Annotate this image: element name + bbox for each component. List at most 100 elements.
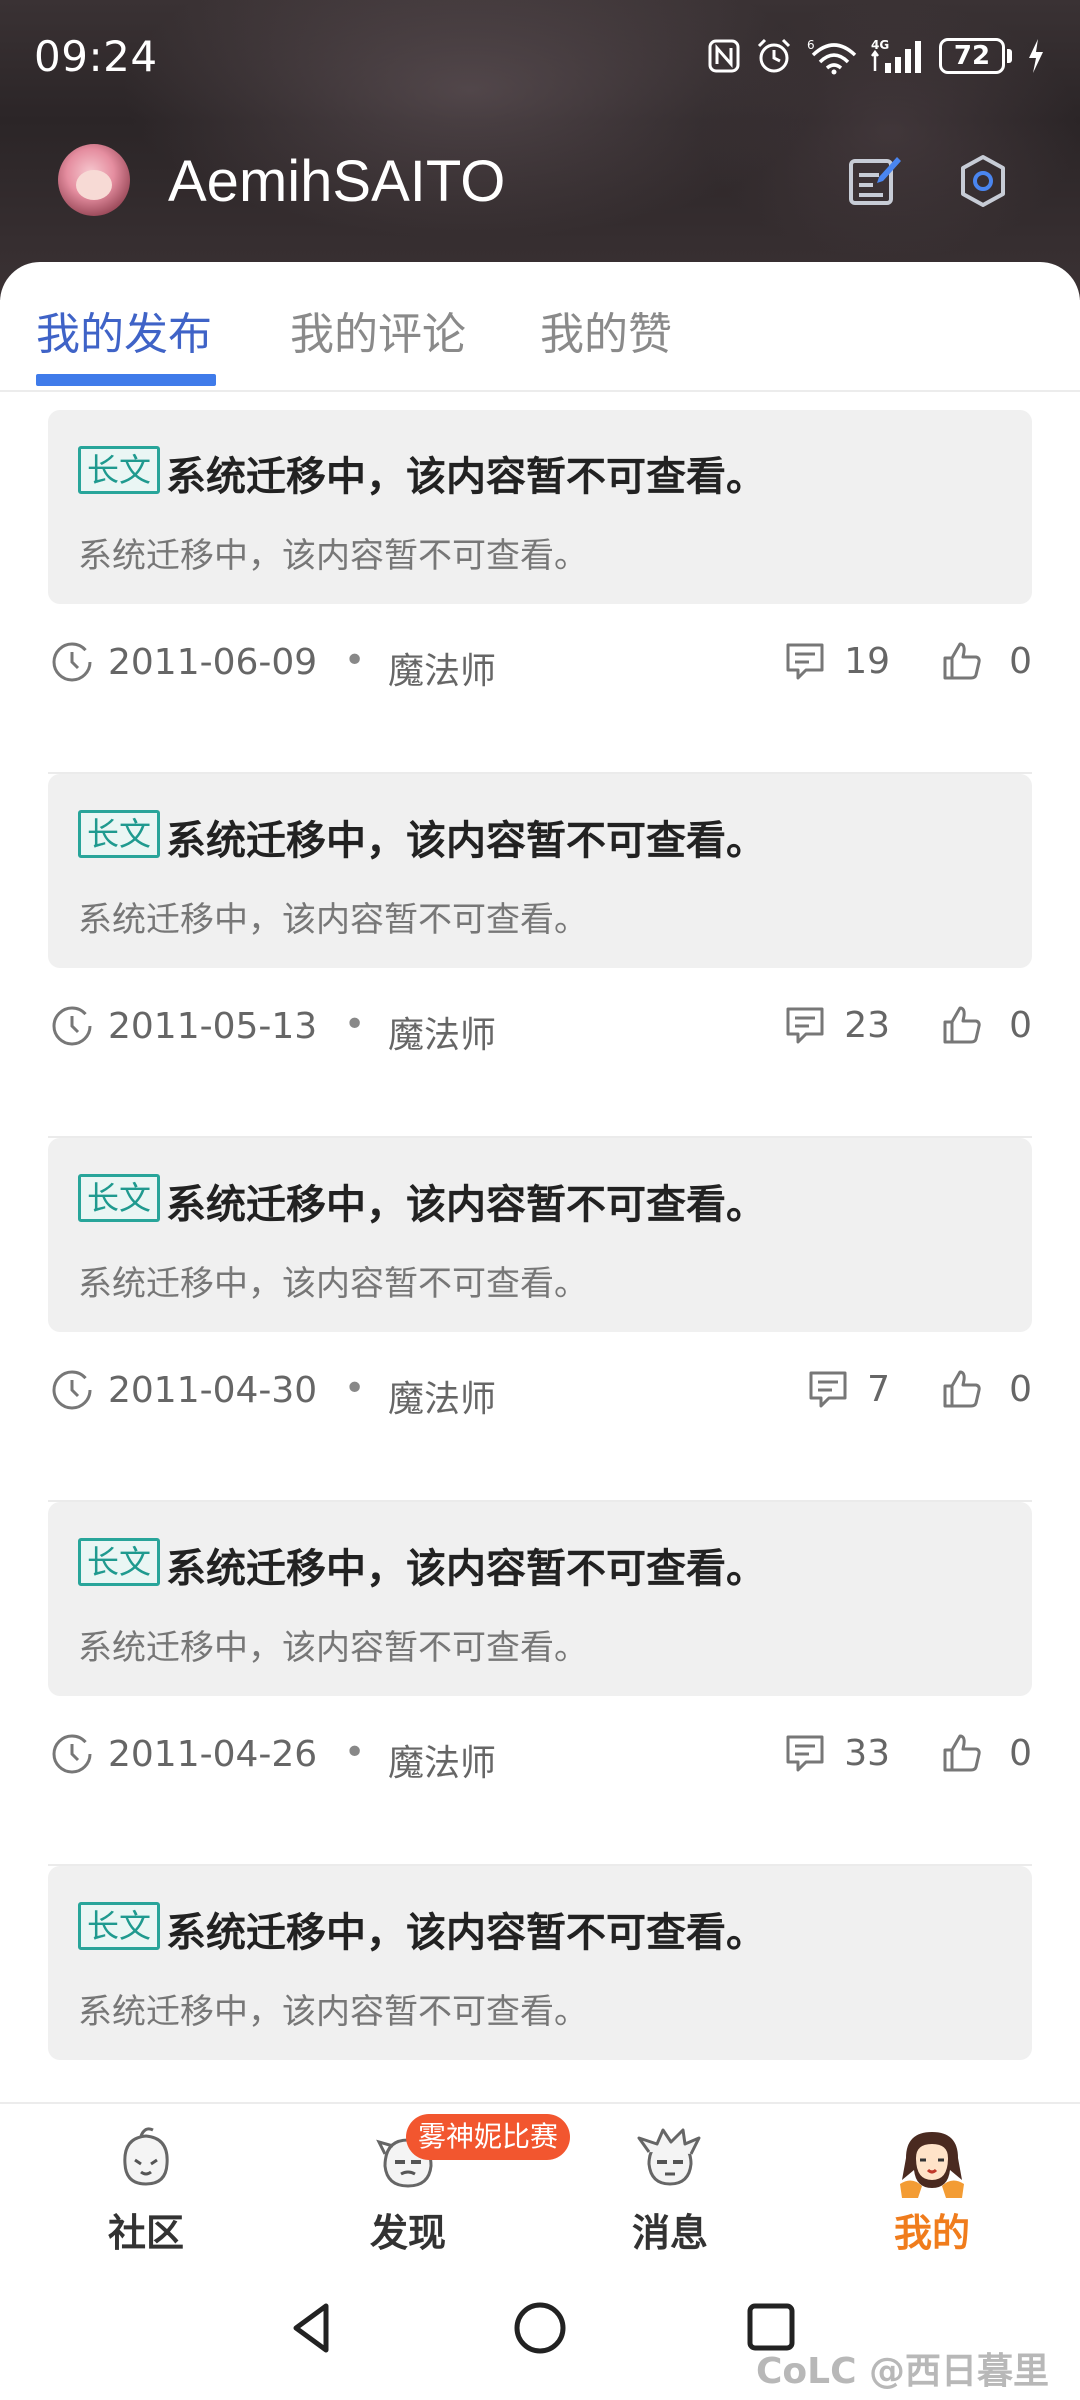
comment-count-button[interactable]: 7	[807, 1368, 890, 1410]
bottom-nav: 社区 雾神妮比赛 发现 消息 我的	[0, 2102, 1080, 2262]
post-type-tag: 长文	[78, 446, 161, 494]
home-icon[interactable]	[512, 2298, 568, 2358]
post-title: 系统迁移中，该内容暂不可查看。	[166, 818, 766, 864]
status-time: 09:24	[34, 32, 158, 81]
post-title: 系统迁移中，该内容暂不可查看。	[166, 1182, 766, 1228]
like-button[interactable]: 0	[941, 640, 1032, 682]
like-button[interactable]: 0	[941, 1004, 1032, 1046]
comment-count: 23	[844, 1004, 890, 1046]
comment-count: 7	[867, 1368, 890, 1410]
post-author: 魔法师	[388, 651, 497, 692]
comment-icon	[786, 1007, 824, 1044]
post-card[interactable]: 长文 系统迁移中，该内容暂不可查看。 系统迁移中，该内容暂不可查看。	[48, 1502, 1032, 1696]
thumbs-up-icon	[943, 1370, 981, 1408]
wifi-icon: 6	[807, 38, 857, 75]
clock-icon	[52, 1006, 92, 1046]
post-excerpt: 系统迁移中，该内容暂不可查看。	[78, 1992, 588, 2032]
nav-community[interactable]: 社区	[16, 2104, 276, 2264]
nav-discover[interactable]: 雾神妮比赛 发现	[278, 2104, 571, 2264]
tab-bar: 我的发布 我的评论 我的赞	[0, 262, 1080, 392]
status-icons: 6 4G 72	[707, 34, 1046, 78]
comment-icon	[809, 1371, 847, 1408]
post-item[interactable]: 长文 系统迁移中，该内容暂不可查看。 系统迁移中，该内容暂不可查看。 2011-…	[48, 1138, 1032, 1502]
post-date: 2011-04-30	[108, 1370, 318, 1411]
post-meta: 2011-04-30 • 魔法师 7 0	[48, 1360, 1032, 1420]
like-count: 0	[1009, 1004, 1032, 1046]
thumbs-up-icon	[943, 1734, 981, 1772]
comment-count: 33	[844, 1732, 890, 1774]
post-author: 魔法师	[388, 1015, 497, 1056]
tab-my-posts[interactable]: 我的发布	[36, 298, 212, 362]
post-card[interactable]: 长文 系统迁移中，该内容暂不可查看。 系统迁移中，该内容暂不可查看。	[48, 410, 1032, 604]
post-excerpt: 系统迁移中，该内容暂不可查看。	[78, 1628, 588, 1668]
post-author: 魔法师	[388, 1743, 497, 1784]
comment-count-button[interactable]: 19	[784, 640, 890, 682]
comment-count: 19	[844, 640, 890, 682]
profile-mascot-icon	[900, 2132, 964, 2198]
edit-post-button[interactable]	[842, 148, 908, 214]
username[interactable]: AemihSAITO	[168, 148, 505, 215]
post-card[interactable]: 长文 系统迁移中，该内容暂不可查看。 系统迁移中，该内容暂不可查看。	[48, 774, 1032, 968]
thumbs-up-icon	[943, 1006, 981, 1044]
post-type-tag: 长文	[78, 1902, 161, 1950]
nav-label: 社区	[107, 2211, 184, 2255]
svg-text:4G: 4G	[871, 38, 889, 52]
meta-separator: •	[344, 1004, 366, 1045]
meta-separator: •	[344, 640, 366, 681]
comment-count-button[interactable]: 23	[784, 1004, 890, 1046]
profile-row: AemihSAITO	[0, 130, 1080, 230]
post-card[interactable]: 长文 系统迁移中，该内容暂不可查看。 系统迁移中，该内容暂不可查看。	[48, 1138, 1032, 1332]
post-item[interactable]: 长文 系统迁移中，该内容暂不可查看。 系统迁移中，该内容暂不可查看。 2011-…	[48, 1502, 1032, 1866]
post-card[interactable]: 长文 系统迁移中，该内容暂不可查看。 系统迁移中，该内容暂不可查看。	[48, 1866, 1032, 2060]
like-count: 0	[1009, 1732, 1032, 1774]
gear-icon	[961, 155, 1005, 207]
comment-icon	[786, 643, 824, 680]
comment-icon	[786, 1735, 824, 1772]
charging-bolt-icon	[1029, 39, 1043, 73]
post-type-tag: 长文	[78, 1538, 161, 1586]
meta-separator: •	[344, 1732, 366, 1773]
post-type-tag: 长文	[78, 810, 161, 858]
post-excerpt: 系统迁移中，该内容暂不可查看。	[78, 900, 588, 940]
post-date: 2011-06-09	[108, 642, 318, 683]
battery-indicator: 72	[939, 37, 1012, 75]
post-excerpt: 系统迁移中，该内容暂不可查看。	[78, 536, 588, 576]
back-icon[interactable]	[282, 2298, 342, 2358]
post-item[interactable]: 长文 系统迁移中，该内容暂不可查看。 系统迁移中，该内容暂不可查看。 2011-…	[48, 774, 1032, 1138]
settings-button[interactable]	[950, 148, 1016, 214]
post-meta: 2011-04-26 • 魔法师 33 0	[48, 1724, 1032, 1784]
nav-profile[interactable]: 我的	[802, 2104, 1062, 2264]
nav-label: 消息	[631, 2211, 708, 2255]
clock-icon	[52, 1734, 92, 1774]
battery-level: 72	[939, 38, 1005, 74]
post-title: 系统迁移中，该内容暂不可查看。	[166, 1910, 766, 1956]
avatar[interactable]	[58, 144, 130, 216]
post-item[interactable]: 长文 系统迁移中，该内容暂不可查看。 系统迁移中，该内容暂不可查看。 2011-…	[48, 410, 1032, 774]
like-button[interactable]: 0	[941, 1368, 1032, 1410]
system-navigation-bar: CoLC @西日暮里	[0, 2262, 1080, 2400]
post-meta: 2011-06-09 • 魔法师 19 0	[48, 632, 1032, 692]
post-title: 系统迁移中，该内容暂不可查看。	[166, 454, 766, 500]
post-meta: 2011-05-13 • 魔法师 23 0	[48, 996, 1032, 1056]
community-mascot-icon	[123, 2127, 169, 2186]
post-date: 2011-04-26	[108, 1734, 318, 1775]
tab-my-likes[interactable]: 我的赞	[540, 298, 672, 362]
nav-label: 发现	[369, 2211, 446, 2255]
nav-messages[interactable]: 消息	[540, 2104, 800, 2264]
watermark: CoLC @西日暮里	[756, 2351, 1050, 2392]
profile-header: 09:24 6 4G 72 AemihSAITO	[0, 0, 1080, 300]
post-title: 系统迁移中，该内容暂不可查看。	[166, 1546, 766, 1592]
svg-text:6: 6	[807, 38, 815, 52]
comment-count-button[interactable]: 33	[784, 1732, 890, 1774]
clock-icon	[52, 642, 92, 682]
like-button[interactable]: 0	[941, 1732, 1032, 1774]
message-mascot-icon	[637, 2128, 701, 2186]
status-bar: 09:24 6 4G 72	[0, 0, 1080, 120]
meta-separator: •	[344, 1368, 366, 1409]
cellular-signal-icon: 4G	[871, 38, 921, 73]
post-date: 2011-05-13	[108, 1006, 318, 1047]
nav-label: 我的	[893, 2211, 970, 2255]
post-excerpt: 系统迁移中，该内容暂不可查看。	[78, 1264, 588, 1304]
like-count: 0	[1009, 1368, 1032, 1410]
tab-my-comments[interactable]: 我的评论	[290, 298, 466, 362]
